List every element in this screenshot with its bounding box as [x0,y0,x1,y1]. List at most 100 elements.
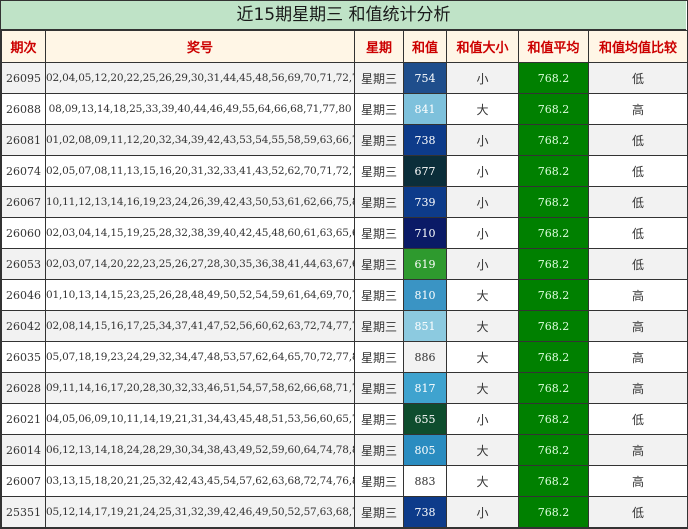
numbers-cell: 05,12,14,17,19,21,24,25,31,32,39,42,46,4… [45,496,355,528]
week-cell: 星期三 [354,124,404,156]
week-cell: 星期三 [354,496,404,528]
table-row: 26067 10,11,12,13,14,16,19,23,24,26,39,42… [1,186,688,218]
numbers-cell: 02,08,14,15,16,17,25,34,37,41,47,52,56,6… [45,310,355,342]
table-row: 26053 02,03,07,14,20,22,23,25,26,27,28,30… [1,248,688,280]
week-cell: 星期三 [354,434,404,466]
sum-size-cell: 小 [446,186,519,218]
header-sum-size: 和值大小 [446,30,519,63]
sum-compare-cell: 低 [588,155,688,187]
table-row: 26081 01,02,08,09,11,12,20,32,34,39,42,43… [1,124,688,156]
sum-size-cell: 小 [446,496,519,528]
sum-compare-cell: 高 [588,310,688,342]
week-cell: 星期三 [354,341,404,373]
sum-cell: 883 [403,465,447,497]
issue-cell: 26028 [1,372,46,404]
numbers-cell: 02,05,07,08,11,13,15,16,20,31,32,33,41,4… [45,155,355,187]
sum-size-cell: 大 [446,93,519,125]
sum-compare-cell: 高 [588,465,688,497]
sum-cell: 841 [403,93,447,125]
sum-cell: 739 [403,186,447,218]
sum-compare-cell: 高 [588,93,688,125]
table-row: 26028 09,11,14,16,17,20,28,30,32,33,46,51… [1,372,688,404]
header-sum-compare: 和值均值比较 [588,30,688,63]
sum-size-cell: 小 [446,248,519,280]
table-row: 26007 03,13,15,18,20,21,25,32,42,43,45,54… [1,465,688,497]
sum-size-cell: 大 [446,341,519,373]
sum-compare-cell: 低 [588,248,688,280]
issue-cell: 26088 [1,93,46,125]
sum-average-cell: 768.2 [518,341,589,373]
sum-cell: 817 [403,372,447,404]
header-numbers: 奖号 [45,30,355,63]
issue-cell: 26042 [1,310,46,342]
issue-cell: 26053 [1,248,46,280]
table-row: 26046 01,10,13,14,15,23,25,26,28,48,49,50… [1,279,688,311]
week-cell: 星期三 [354,465,404,497]
sum-compare-cell: 低 [588,186,688,218]
sum-cell: 619 [403,248,447,280]
issue-cell: 26067 [1,186,46,218]
sum-cell: 810 [403,279,447,311]
week-cell: 星期三 [354,279,404,311]
issue-cell: 26060 [1,217,46,249]
sum-average-cell: 768.2 [518,124,589,156]
sum-average-cell: 768.2 [518,62,589,94]
week-cell: 星期三 [354,186,404,218]
sum-average-cell: 768.2 [518,310,589,342]
numbers-cell: 01,10,13,14,15,23,25,26,28,48,49,50,52,5… [45,279,355,311]
sum-compare-cell: 高 [588,372,688,404]
sum-average-cell: 768.2 [518,93,589,125]
sum-cell: 851 [403,310,447,342]
numbers-cell: 03,13,15,18,20,21,25,32,42,43,45,54,57,6… [45,465,355,497]
table-row: 25351 05,12,14,17,19,21,24,25,31,32,39,42… [1,496,688,528]
sum-size-cell: 大 [446,279,519,311]
week-cell: 星期三 [354,62,404,94]
issue-cell: 26074 [1,155,46,187]
sum-size-cell: 小 [446,124,519,156]
sum-size-cell: 小 [446,217,519,249]
week-cell: 星期三 [354,217,404,249]
sum-size-cell: 大 [446,465,519,497]
sum-average-cell: 768.2 [518,248,589,280]
numbers-cell: 02,03,04,14,15,19,25,28,32,38,39,40,42,4… [45,217,355,249]
table-row: 26021 04,05,06,09,10,11,14,19,21,31,34,43… [1,403,688,435]
sum-compare-cell: 低 [588,62,688,94]
numbers-cell: 08,09,13,14,18,25,33,39,40,44,46,49,55,6… [45,93,355,125]
week-cell: 星期三 [354,310,404,342]
numbers-cell: 02,03,07,14,20,22,23,25,26,27,28,30,35,3… [45,248,355,280]
sum-average-cell: 768.2 [518,186,589,218]
table-row: 26035 05,07,18,19,23,24,29,32,34,47,48,53… [1,341,688,373]
sum-cell: 677 [403,155,447,187]
issue-cell: 26046 [1,279,46,311]
numbers-cell: 01,02,08,09,11,12,20,32,34,39,42,43,53,5… [45,124,355,156]
numbers-cell: 02,04,05,12,20,22,25,26,29,30,31,44,45,4… [45,62,355,94]
week-cell: 星期三 [354,372,404,404]
numbers-cell: 04,05,06,09,10,11,14,19,21,31,34,43,45,4… [45,403,355,435]
page-title: 近15期星期三 和值统计分析 [1,1,686,30]
sum-compare-cell: 低 [588,124,688,156]
header-row: 期次 奖号 星期 和值 和值大小 和值平均 和值均值比较 [1,30,688,63]
sum-size-cell: 小 [446,403,519,435]
sum-stats-table: 期次 奖号 星期 和值 和值大小 和值平均 和值均值比较 26095 02,04,… [1,30,688,528]
sum-average-cell: 768.2 [518,155,589,187]
header-sum: 和值 [403,30,447,63]
week-cell: 星期三 [354,155,404,187]
sum-compare-cell: 高 [588,341,688,373]
numbers-cell: 09,11,14,16,17,20,28,30,32,33,46,51,54,5… [45,372,355,404]
sum-average-cell: 768.2 [518,217,589,249]
sum-compare-cell: 低 [588,217,688,249]
sum-cell: 886 [403,341,447,373]
sum-average-cell: 768.2 [518,403,589,435]
sum-size-cell: 小 [446,62,519,94]
issue-cell: 26095 [1,62,46,94]
issue-cell: 26007 [1,465,46,497]
sum-average-cell: 768.2 [518,434,589,466]
issue-cell: 26081 [1,124,46,156]
issue-cell: 26035 [1,341,46,373]
header-week: 星期 [354,30,404,63]
numbers-cell: 05,07,18,19,23,24,29,32,34,47,48,53,57,6… [45,341,355,373]
table-row: 26042 02,08,14,15,16,17,25,34,37,41,47,52… [1,310,688,342]
sum-compare-cell: 高 [588,434,688,466]
sum-size-cell: 小 [446,155,519,187]
sum-cell: 738 [403,124,447,156]
